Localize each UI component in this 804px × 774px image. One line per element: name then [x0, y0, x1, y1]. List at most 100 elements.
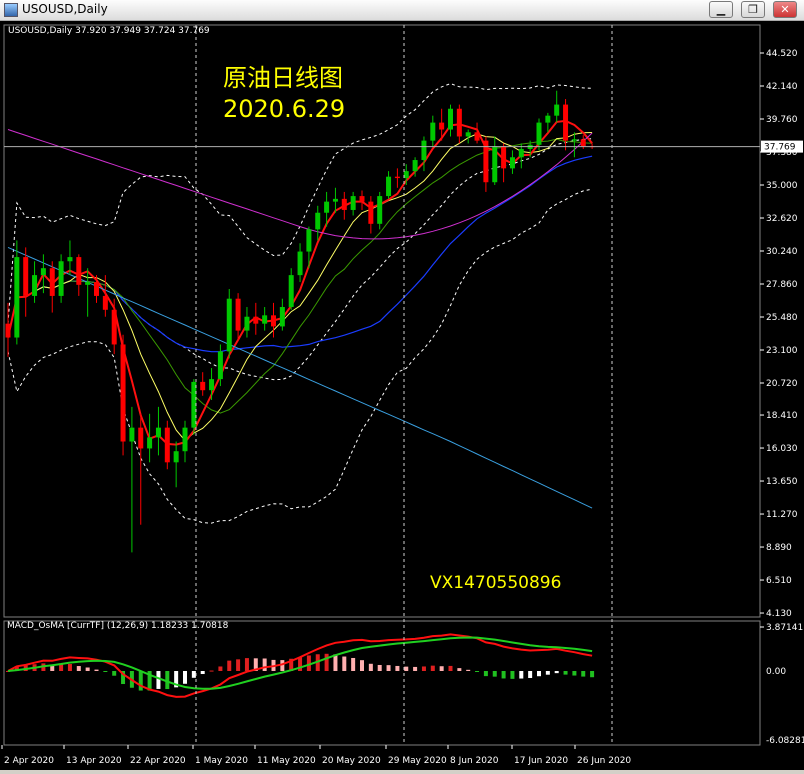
candle-body [209, 379, 215, 391]
price-tick-label: 32.620 [766, 214, 798, 224]
candle-body [32, 275, 38, 296]
macd-histogram-bar [448, 665, 453, 671]
candle-body [509, 157, 515, 169]
ma-magenta [7, 129, 593, 240]
macd-histogram-bar [209, 670, 214, 672]
candle-body [492, 146, 498, 183]
macd-histogram-bar [324, 653, 329, 671]
candle-body [571, 139, 577, 141]
macd-histogram-bar [94, 669, 99, 671]
candle-body [102, 295, 108, 310]
macd-tick-label: 0.00 [766, 667, 786, 677]
candle-body [279, 307, 285, 327]
price-tick-label: 13.650 [766, 477, 798, 487]
candle-body [5, 323, 11, 338]
macd-histogram-bar [103, 671, 108, 672]
macd-histogram-bar [236, 659, 241, 671]
candle-body [501, 146, 507, 169]
macd-histogram-bar [404, 666, 409, 671]
macd-histogram-bar [421, 666, 426, 671]
macd-histogram-bar [572, 671, 577, 676]
price-tick-label: 39.760 [766, 115, 798, 125]
candle-body [173, 451, 179, 463]
candle-body [23, 257, 29, 296]
chart-canvas[interactable]: 44.52042.14039.76037.38035.00032.62030.2… [0, 21, 804, 770]
macd-histogram-bar [360, 660, 364, 671]
time-label: 22 Apr 2020 [130, 756, 186, 766]
candle-body [341, 198, 347, 210]
price-tick-label: 20.720 [766, 379, 798, 389]
candle-body [359, 196, 365, 202]
macd-histogram-bar [519, 671, 524, 679]
candle-body [315, 212, 321, 230]
candle-body [85, 282, 91, 285]
time-label: 17 Jun 2020 [514, 756, 568, 766]
macd-tick-label: 3.87141 [766, 623, 803, 633]
candle-body [412, 160, 418, 172]
macd-histogram-bar [537, 671, 541, 677]
time-label: 11 May 2020 [257, 756, 316, 766]
macd-histogram-bar [333, 654, 338, 671]
candle-body [235, 298, 241, 331]
candle-body [580, 139, 586, 147]
candle-body [545, 115, 551, 123]
price-tick-label: 11.270 [766, 510, 798, 520]
macd-histogram-bar [76, 666, 81, 671]
candle-body [350, 196, 356, 210]
candle-body [465, 132, 471, 137]
candle-body [448, 108, 453, 130]
macd-histogram-bar [351, 657, 356, 671]
macd-histogram-bar [244, 658, 249, 671]
candle-body [394, 176, 400, 179]
macd-histogram-bar [501, 671, 506, 679]
macd-histogram-bar [545, 671, 550, 675]
candle-body [456, 108, 462, 137]
price-tick-label: 4.130 [766, 609, 792, 619]
macd-histogram-bar [457, 668, 462, 671]
macd-histogram-bar [528, 671, 533, 678]
time-label: 1 May 2020 [195, 756, 248, 766]
candle-body [297, 251, 303, 276]
window-title: USOUSD,Daily [22, 2, 108, 16]
symbol-info: USOUSD,Daily 37.920 37.949 37.724 37.769 [8, 26, 210, 36]
chart-area[interactable]: 44.520 42.140 39.760 37.380 35.000 32.620 30.2… [0, 21, 804, 770]
chart-window-icon [4, 3, 18, 17]
restore-button[interactable]: ❐ [741, 1, 765, 18]
price-tick-label: 18.410 [766, 411, 798, 421]
macd-histogram-bar [183, 671, 187, 684]
time-label: 20 May 2020 [322, 756, 381, 766]
candle-body [377, 196, 383, 224]
candle-body [14, 257, 20, 338]
candle-body [155, 427, 161, 438]
price-tick-label: 35.000 [766, 181, 798, 191]
macd-histogram-bar [475, 671, 480, 672]
price-tick-label: 6.510 [766, 576, 792, 586]
window-titlebar: USOUSD,Daily ▁ ❐ ✕ [0, 0, 804, 21]
candle-body [368, 201, 374, 224]
price-tick-label: 23.100 [766, 346, 798, 356]
candle-body [439, 122, 445, 130]
minimize-button[interactable]: ▁ [709, 1, 733, 18]
macd-histogram-bar [483, 671, 488, 677]
candle-body [138, 427, 144, 449]
candle-body [40, 268, 46, 276]
candle-body [262, 315, 268, 324]
close-button[interactable]: ✕ [773, 1, 797, 18]
candle-body [147, 437, 153, 449]
candle-body [217, 351, 223, 380]
candle-body [76, 257, 82, 285]
macd-histogram-bar [262, 658, 267, 671]
candle-body [563, 104, 569, 141]
price-tick-label: 42.140 [766, 82, 798, 92]
candle-body [518, 148, 524, 158]
overlay-date: 2020.6.29 [223, 95, 346, 123]
macd-histogram-bar [156, 671, 161, 689]
macd-histogram-bar [466, 669, 471, 671]
macd-histogram-bar [191, 671, 196, 678]
macd-histogram-bar [439, 666, 444, 671]
macd-histogram-bar [590, 671, 595, 678]
time-label: 13 Apr 2020 [66, 756, 122, 766]
candle-body [271, 315, 276, 327]
macd-histogram-bar [59, 664, 64, 671]
candle-body [474, 132, 480, 141]
